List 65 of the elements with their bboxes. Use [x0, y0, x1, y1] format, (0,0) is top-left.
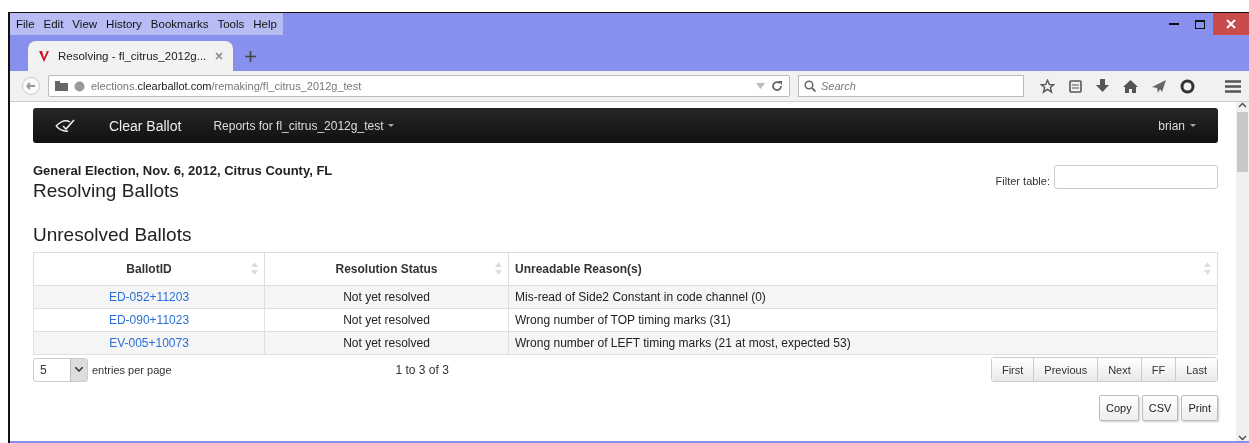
close-icon [1226, 19, 1236, 29]
paper-plane-icon[interactable] [1152, 79, 1166, 93]
caret-icon [1190, 123, 1196, 128]
status-cell: Not yet resolved [264, 331, 509, 355]
back-icon[interactable] [22, 77, 40, 95]
scrollbar-thumb[interactable] [1237, 112, 1248, 172]
scrollbar[interactable] [1236, 102, 1249, 441]
section-heading: Unresolved Ballots [33, 224, 193, 246]
chevron-icon [75, 367, 83, 372]
filter-label: Filter table: [995, 175, 1050, 187]
search-icon [804, 80, 816, 92]
scroll-up-icon[interactable] [1238, 102, 1247, 108]
menu-item[interactable]: Help [253, 18, 277, 30]
menu-item[interactable]: Bookmarks [150, 18, 209, 30]
pager-button[interactable]: FF [1140, 358, 1176, 381]
reason-cell: Wrong number of TOP timing marks (31) [508, 308, 1218, 332]
pager-button[interactable]: Last [1175, 358, 1217, 381]
export-button[interactable]: CSV [1141, 395, 1179, 421]
pager-button[interactable]: Next [1097, 358, 1141, 381]
url-field[interactable]: elections.clearballot.com/remaking/fl_citrus_2012g_test [48, 75, 790, 97]
column-header[interactable]: BallotID [33, 252, 265, 286]
maximize-icon [1195, 19, 1205, 29]
menu-item[interactable]: Edit [43, 18, 64, 30]
close-icon[interactable] [215, 52, 223, 60]
download-icon[interactable] [1096, 79, 1109, 93]
export-button[interactable]: Print [1181, 395, 1218, 421]
reload-icon[interactable] [771, 80, 783, 92]
reports-menu[interactable]: Reports for fl_citrus_2012g_test [213, 118, 395, 133]
menu-item[interactable]: View [72, 18, 98, 30]
election-subtitle: General Election, Nov. 6, 2012, Citrus County, FL [33, 163, 333, 178]
status-cell: Not yet resolved [264, 308, 509, 332]
status-cell: Not yet resolved [264, 285, 509, 309]
column-header[interactable]: Resolution Status [264, 252, 509, 286]
tab-title: Resolving - fl_citrus_2012g... [58, 50, 207, 62]
browser-tab[interactable]: Resolving - fl_citrus_2012g... [28, 41, 233, 71]
v-logo-icon [38, 50, 50, 62]
pager-button[interactable]: First [991, 358, 1034, 381]
eye-check-logo-icon [55, 118, 77, 133]
ring-icon[interactable] [1180, 78, 1195, 94]
search-field[interactable]: Search [798, 75, 1024, 97]
folder-icon [55, 81, 68, 91]
menu-item[interactable]: File [16, 18, 35, 30]
page-title: Resolving Ballots [33, 180, 180, 202]
menu-item[interactable]: History [106, 18, 142, 30]
brand-name[interactable]: Clear Ballot [109, 117, 182, 134]
home-icon[interactable] [1123, 79, 1138, 93]
plus-icon[interactable] [245, 51, 256, 62]
column-header[interactable]: Unreadable Reason(s) [508, 252, 1218, 286]
star-icon[interactable] [1040, 78, 1055, 94]
page-size-select[interactable]: 5 [33, 357, 88, 382]
filter-field[interactable] [1054, 165, 1218, 189]
export-button[interactable]: Copy [1099, 395, 1139, 421]
reason-cell: Wrong number of LEFT timing marks (21 at most, expected 53) [508, 331, 1218, 355]
page-size-label: entries per page [92, 363, 172, 376]
menu-item[interactable]: Tools [217, 18, 245, 30]
pager-button[interactable]: Previous [1033, 358, 1098, 381]
user-menu[interactable]: brian [1158, 118, 1196, 133]
close-button[interactable] [1213, 13, 1249, 35]
clipboard-icon[interactable] [1069, 79, 1082, 93]
scroll-down-icon[interactable] [1238, 435, 1247, 441]
caret-icon [388, 123, 395, 128]
reason-cell: Mis-read of Side2 Constant in code channel (0) [508, 285, 1218, 309]
menu-icon[interactable] [1225, 79, 1241, 93]
entries-info: 1 to 3 of 3 [395, 362, 449, 377]
minimize-icon [1169, 22, 1179, 26]
